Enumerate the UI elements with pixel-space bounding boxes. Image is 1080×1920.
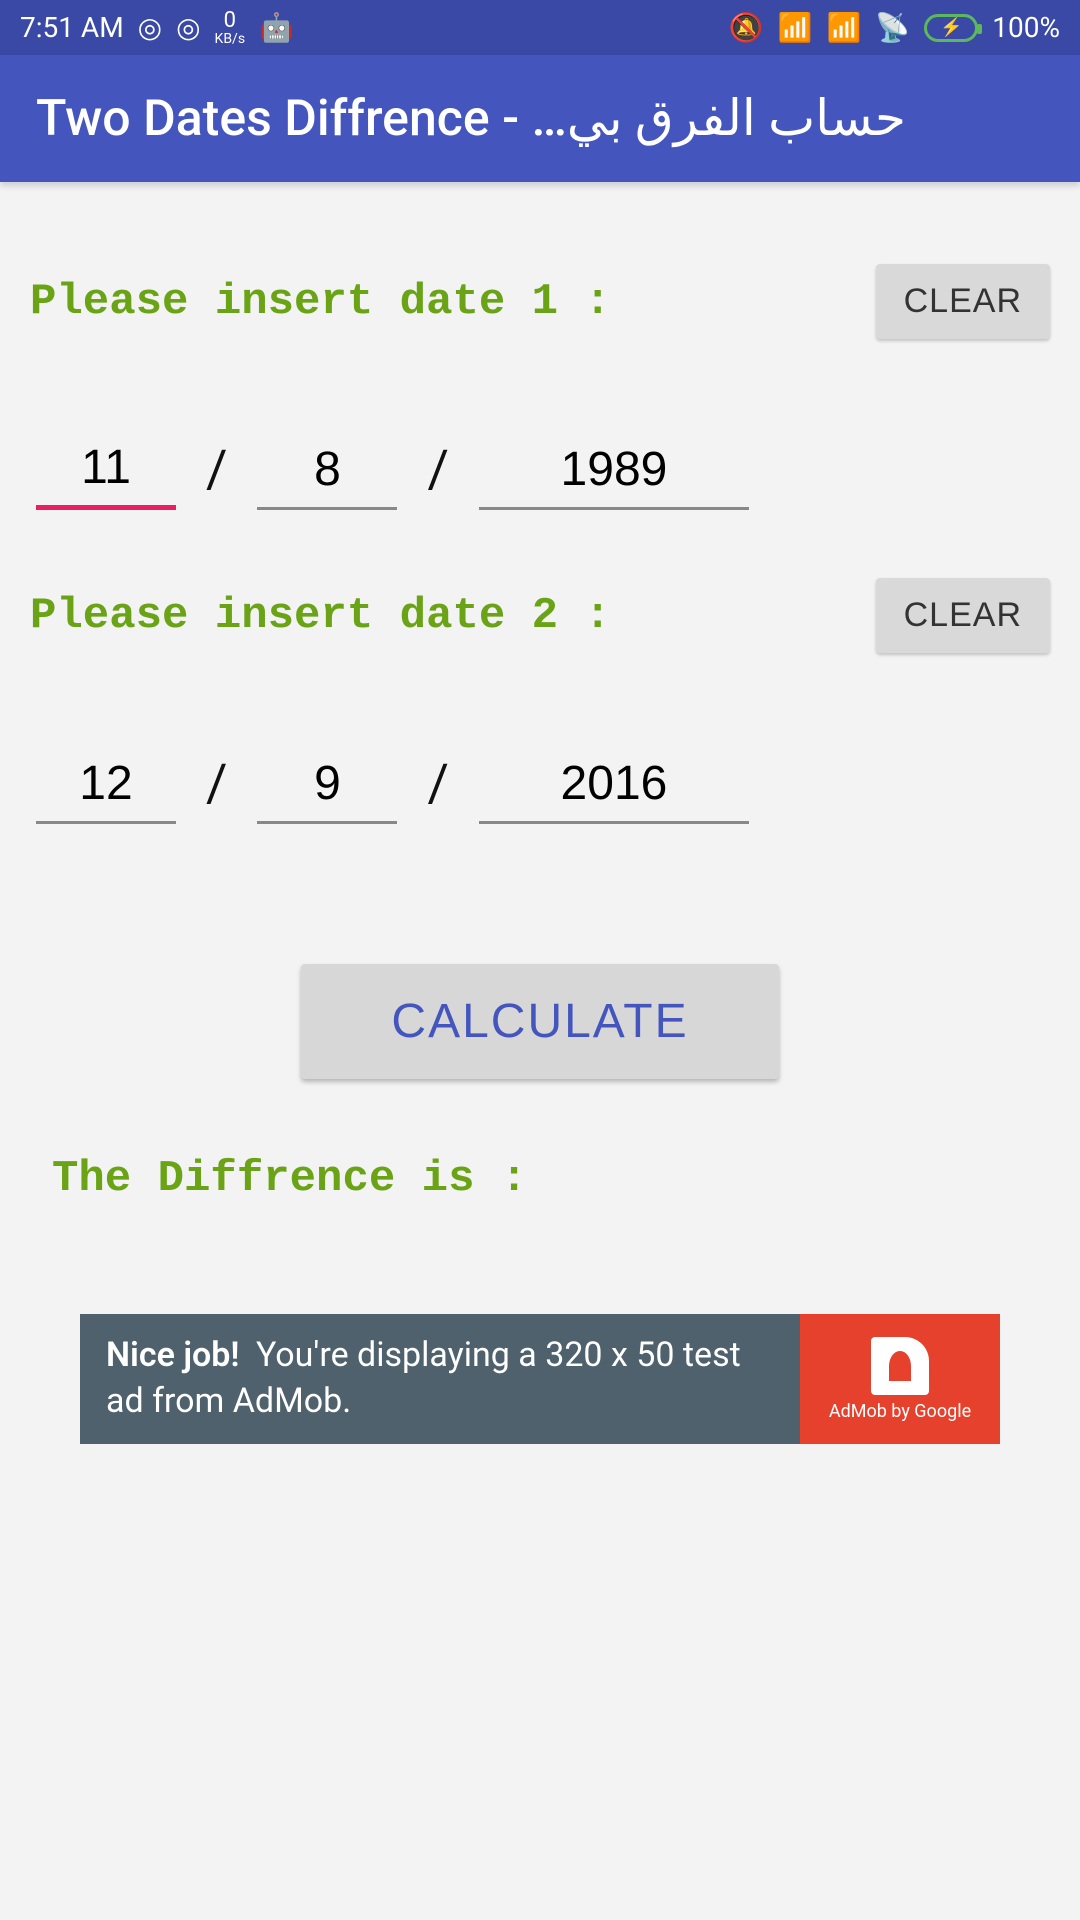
ad-brand: AdMob by Google: [800, 1314, 1000, 1444]
battery-icon: ⚡: [924, 14, 978, 42]
date1-header: Please insert date 1 : CLEAR: [30, 264, 1050, 339]
vibrate-icon: 🔕: [729, 11, 764, 44]
date1-month-input[interactable]: [257, 442, 397, 510]
signal-icon-2: 📶: [827, 11, 862, 44]
app-bar: Two Dates Diffrence - …حساب الفرق بي: [0, 55, 1080, 182]
sync-icon-2: ◎: [176, 11, 200, 44]
date2-prompt: Please insert date 2 :: [30, 591, 611, 641]
status-bar: 7:51 AM ◎ ◎ 0 KB/s 🤖 🔕 📶 📶 📡 ⚡ 100%: [0, 0, 1080, 55]
wifi-icon: 📡: [875, 11, 910, 44]
sync-icon: ◎: [138, 11, 162, 44]
ad-bold: Nice job!: [106, 1335, 240, 1375]
status-left: 7:51 AM ◎ ◎ 0 KB/s 🤖: [20, 10, 294, 46]
battery-percent: 100%: [992, 11, 1060, 44]
separator: /: [206, 439, 227, 510]
date2-header: Please insert date 2 : CLEAR: [30, 578, 1050, 653]
clear-date1-button[interactable]: CLEAR: [876, 264, 1050, 339]
calculate-wrap: CALCULATE: [30, 964, 1050, 1079]
date1-inputs: / /: [30, 439, 1050, 510]
clear-date2-button[interactable]: CLEAR: [876, 578, 1050, 653]
separator: /: [206, 753, 227, 824]
ad-banner[interactable]: Nice job! You're displaying a 320 x 50 t…: [80, 1314, 1000, 1444]
admob-icon: [871, 1337, 929, 1395]
separator: /: [427, 753, 448, 824]
date2-day-input[interactable]: [36, 756, 176, 824]
status-time: 7:51 AM: [20, 11, 124, 44]
network-speed: 0 KB/s: [215, 10, 246, 46]
main-content: Please insert date 1 : CLEAR / / Please …: [0, 264, 1080, 1363]
status-right: 🔕 📶 📶 📡 ⚡ 100%: [729, 11, 1060, 44]
date1-year-input[interactable]: [479, 442, 749, 510]
calculate-button[interactable]: CALCULATE: [301, 964, 778, 1079]
android-icon: 🤖: [259, 11, 294, 44]
date2-inputs: / /: [30, 753, 1050, 824]
date1-prompt: Please insert date 1 :: [30, 277, 611, 327]
result-label: The Diffrence is :: [30, 1154, 1050, 1204]
page-title: Two Dates Diffrence - …حساب الفرق بي: [36, 89, 906, 148]
date1-day-input[interactable]: [36, 440, 176, 510]
ad-caption: AdMob by Google: [829, 1401, 971, 1422]
date2-year-input[interactable]: [479, 756, 749, 824]
signal-icon-1: 📶: [778, 11, 813, 44]
date2-month-input[interactable]: [257, 756, 397, 824]
ad-text: Nice job! You're displaying a 320 x 50 t…: [80, 1314, 800, 1444]
separator: /: [427, 439, 448, 510]
